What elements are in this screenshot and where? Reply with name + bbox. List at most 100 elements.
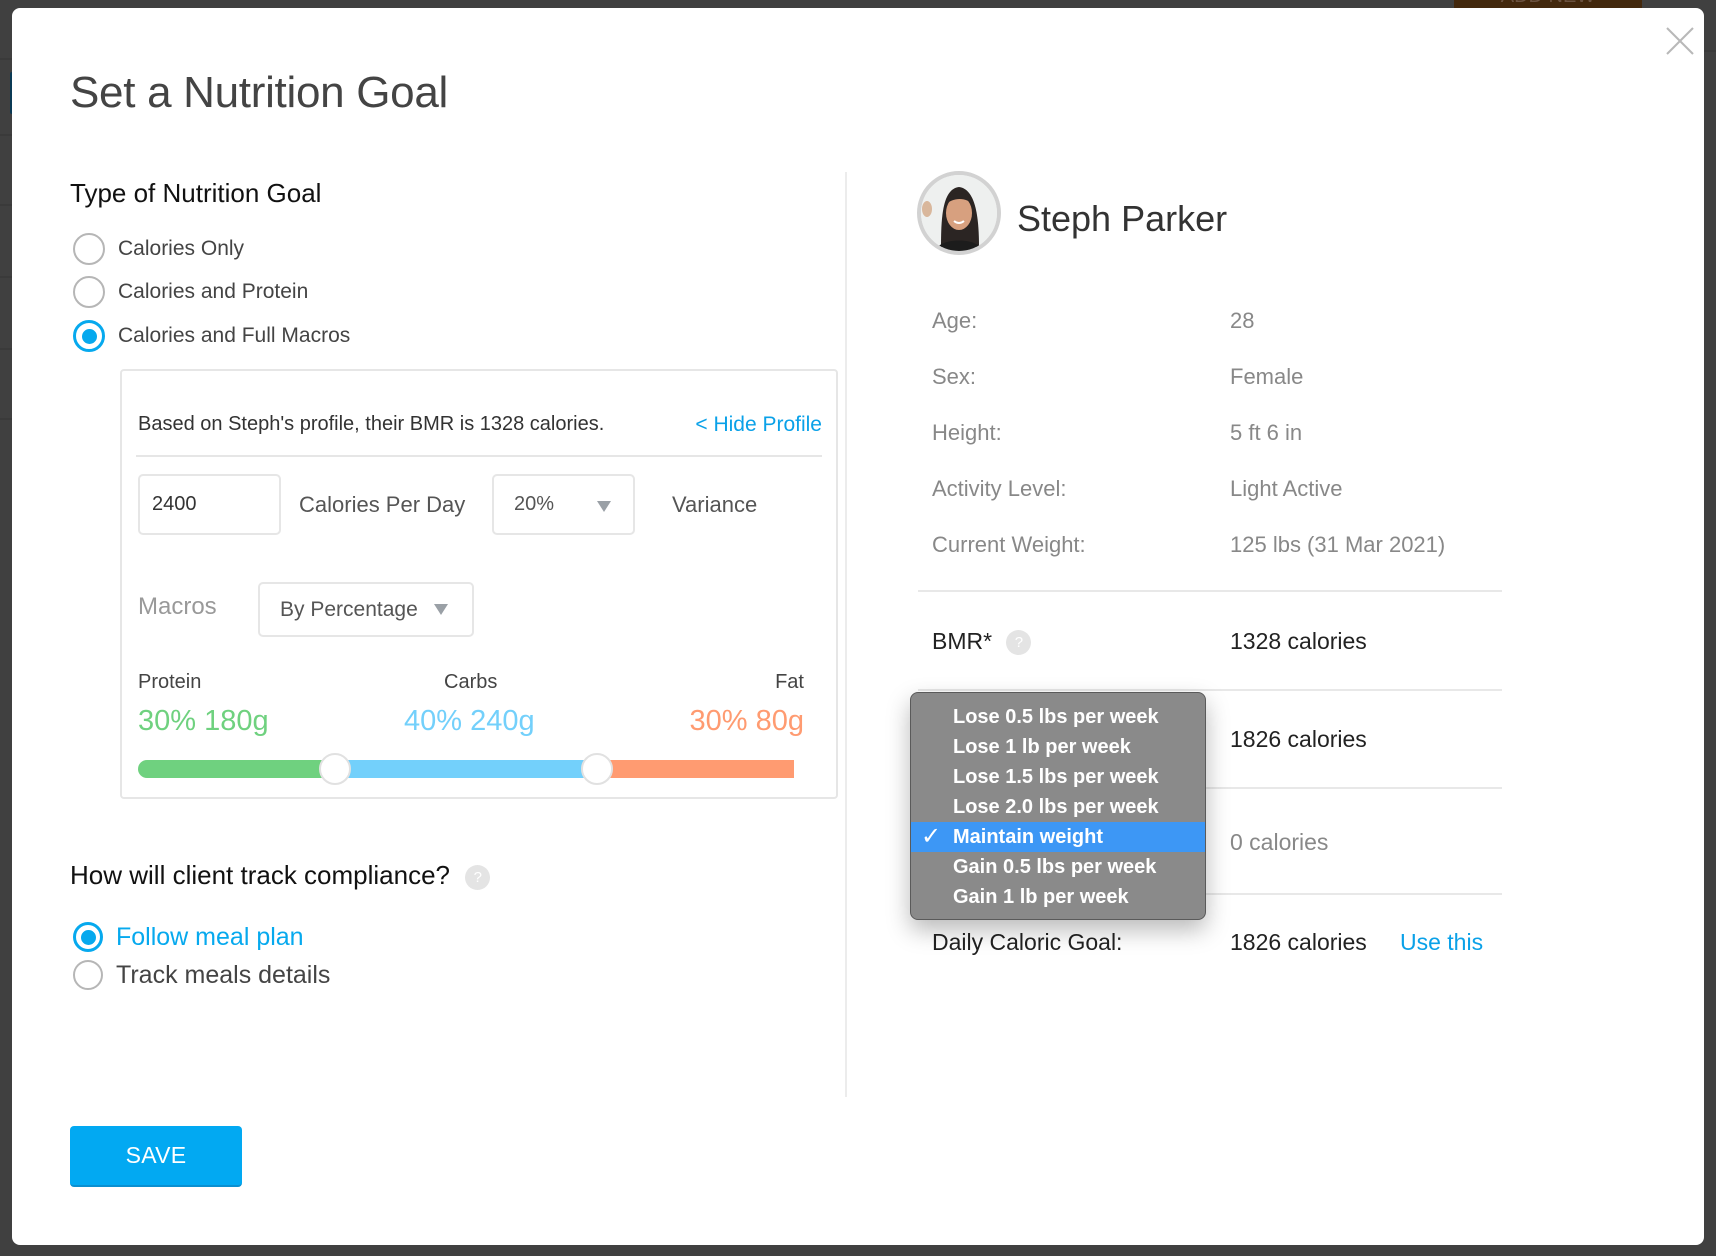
menu-item-label: Lose 1.5 lbs per week [953,766,1159,788]
bmr-label: BMR* ? [932,628,1032,656]
height-value: 5 ft 6 in [1230,420,1303,445]
menu-item-label: Gain 1 lb per week [953,886,1129,908]
fat-value: 30% 80g [689,705,805,737]
weight-goal-adjustment-value: 0 calories [1230,829,1329,855]
current-weight-value: 125 lbs (31 Mar 2021) [1230,532,1446,557]
card-divider [136,455,822,457]
radio-label: Track meals details [116,960,331,989]
goal-type-heading: Type of Nutrition Goal [70,178,322,208]
daily-caloric-goal-value: 1826 calories [1230,929,1367,955]
caret-down-icon [597,501,611,512]
avatar-photo-icon [921,175,997,251]
column-divider [845,172,847,1097]
background-divider [0,134,12,136]
calories-per-day-input[interactable] [138,474,281,535]
radio-label: Calories and Protein [118,280,309,303]
radio-checked-icon[interactable] [73,320,105,352]
background-divider [0,58,12,60]
age-value: 28 [1230,308,1255,333]
variance-select[interactable]: 20% [492,474,635,535]
section-divider [918,590,1502,592]
background-divider [0,348,12,350]
goal-type-calories-protein[interactable]: Calories and Protein [73,274,308,310]
background-add-new-button: ADD NEW [1454,0,1642,8]
menu-item[interactable]: Lose 0.5 lbs per week [911,702,1205,732]
protein-label: Protein [138,671,202,693]
save-button[interactable]: SAVE [70,1126,242,1187]
variance-value: 20% [514,493,555,515]
menu-item-label: Lose 0.5 lbs per week [953,706,1159,728]
radio-label: Follow meal plan [116,922,304,951]
menu-item-label: Maintain weight [953,826,1103,848]
radio-unchecked-icon[interactable] [73,276,105,308]
close-button[interactable] [1663,24,1697,58]
menu-item[interactable]: Lose 2.0 lbs per week [911,792,1205,822]
radio-unchecked-icon[interactable] [73,233,105,265]
background-divider [0,276,12,278]
avatar [917,171,1001,255]
compliance-heading-text: How will client track compliance? [70,860,451,890]
carbs-fat-handle[interactable] [581,753,614,785]
height-label: Height: [932,420,1002,445]
background-divider [1704,50,1716,52]
compliance-track-meals[interactable]: Track meals details [73,957,330,993]
radio-label: Calories and Full Macros [118,324,351,347]
activity-level-label: Activity Level: [932,476,1067,501]
menu-item[interactable]: Gain 1 lb per week [911,882,1205,912]
bmr-label-text: BMR* [932,628,993,654]
radio-label: Calories Only [118,237,245,260]
carbs-value: 40% 240g [404,705,535,737]
menu-item-label: Lose 1 lb per week [953,736,1131,758]
checkmark-icon: ✓ [921,823,942,850]
menu-item[interactable]: Lose 1.5 lbs per week [911,762,1205,792]
macros-card: Based on Steph's profile, their BMR is 1… [120,369,838,799]
menu-item[interactable]: Lose 1 lb per week [911,732,1205,762]
background-divider [0,418,12,420]
menu-item-label: Gain 0.5 lbs per week [953,856,1157,878]
calories-per-day-label: Calories Per Day [299,492,466,517]
menu-item-selected[interactable]: ✓ Maintain weight [911,822,1205,852]
help-icon[interactable]: ? [1006,630,1032,656]
adjusted-calories-value: 1826 calories [1230,726,1367,752]
use-this-link[interactable]: Use this [1400,929,1483,956]
protein-value: 30% 180g [138,705,269,737]
add-new-label: ADD NEW [1501,0,1595,7]
background-divider [0,204,12,206]
macros-label: Macros [138,593,217,620]
bmr-value: 1328 calories [1230,628,1367,654]
compliance-follow-meal-plan[interactable]: Follow meal plan [73,919,304,955]
modal-title: Set a Nutrition Goal [70,68,448,117]
goal-type-full-macros[interactable]: Calories and Full Macros [73,318,350,354]
bmr-summary: Based on Steph's profile, their BMR is 1… [138,413,605,435]
fat-label: Fat [775,671,804,693]
caret-down-icon [434,604,448,615]
radio-unchecked-icon[interactable] [73,960,103,990]
carbs-segment [334,760,598,778]
close-x-icon [1666,27,1694,55]
current-weight-label: Current Weight: [932,532,1086,557]
activity-level-value: Light Active [1230,476,1343,501]
section-divider [918,689,1502,691]
weight-goal-dropdown-menu[interactable]: Lose 0.5 lbs per week Lose 1 lb per week… [910,692,1206,920]
age-label: Age: [932,308,978,333]
protein-segment [138,760,335,778]
macros-mode-value: By Percentage [280,597,418,621]
sex-label: Sex: [932,364,977,389]
variance-label: Variance [672,492,758,517]
macro-split-slider[interactable] [138,753,794,785]
hide-profile-link[interactable]: < Hide Profile [695,413,822,437]
radio-checked-icon[interactable] [73,922,103,952]
sex-value: Female [1230,364,1304,389]
protein-carbs-handle[interactable] [318,753,351,785]
carbs-label: Carbs [444,671,498,693]
menu-item[interactable]: Gain 0.5 lbs per week [911,852,1205,882]
menu-item-label: Lose 2.0 lbs per week [953,796,1159,818]
fat-segment [597,760,794,778]
compliance-heading: How will client track compliance? ? [70,860,491,891]
nutrition-goal-modal: Set a Nutrition Goal Type of Nutrition G… [12,8,1704,1245]
macros-mode-select[interactable]: By Percentage [258,582,474,637]
client-name: Steph Parker [1017,198,1228,239]
daily-caloric-goal-label: Daily Caloric Goal: [932,929,1123,955]
goal-type-calories-only[interactable]: Calories Only [73,231,244,267]
help-icon[interactable]: ? [465,864,491,890]
